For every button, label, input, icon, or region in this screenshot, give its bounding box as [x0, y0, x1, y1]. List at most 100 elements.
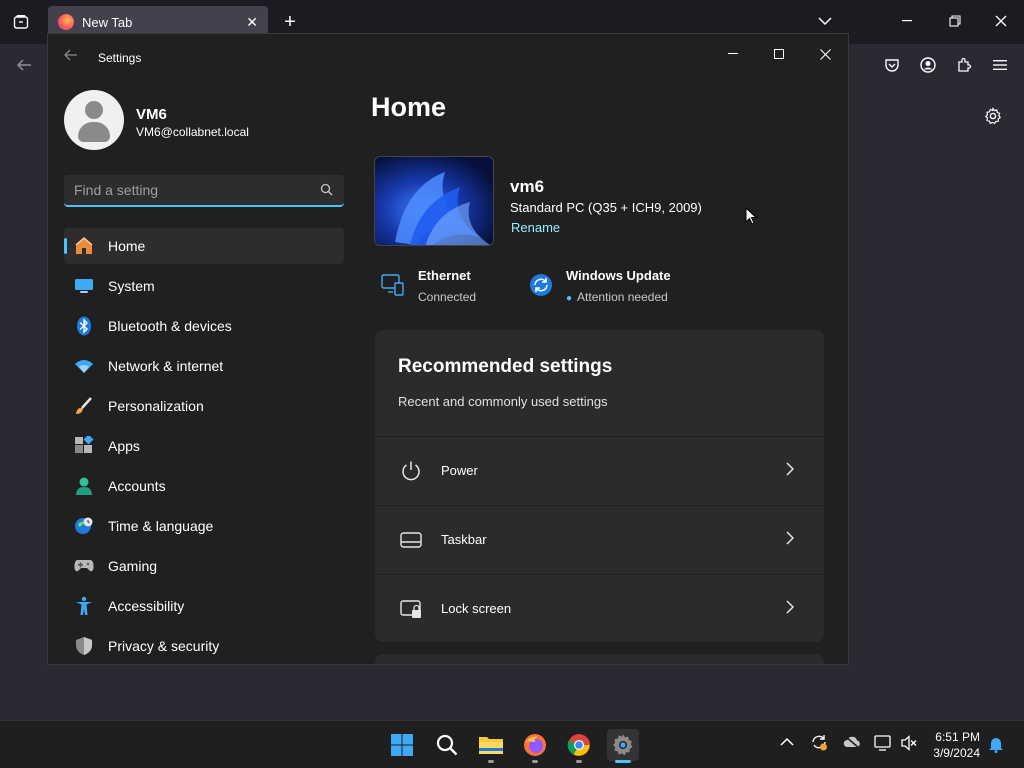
recommended-item-power[interactable]: Power: [375, 436, 824, 504]
restore-browser-icon[interactable]: [940, 6, 970, 36]
close-tab-icon[interactable]: ✕: [246, 14, 258, 31]
sidebar-item-home[interactable]: Home: [64, 228, 344, 264]
brush-icon: [74, 396, 94, 416]
sidebar-item-label: Gaming: [108, 558, 158, 574]
accessibility-icon: [74, 596, 94, 616]
taskbar: 6:51 PM 3/9/2024: [0, 720, 1024, 768]
list-all-tabs-icon[interactable]: [810, 6, 840, 36]
accounts-icon: [74, 476, 94, 496]
next-card-partial: [375, 654, 824, 664]
windows-update-title: Windows Update: [566, 268, 671, 283]
browser-tab-title: New Tab: [82, 14, 133, 30]
windows-update-tile[interactable]: Windows Update ● Attention needed: [528, 268, 671, 304]
extensions-icon[interactable]: [949, 50, 979, 80]
account-icon[interactable]: [913, 50, 943, 80]
settings-title-bar: Settings: [48, 34, 848, 82]
window-title: Settings: [98, 51, 142, 65]
sidebar-item-network[interactable]: Network & internet: [64, 348, 344, 384]
settings-app-icon[interactable]: [607, 729, 639, 763]
recommended-item-label: Power: [441, 463, 478, 478]
sidebar-item-gaming[interactable]: Gaming: [64, 548, 344, 584]
sidebar-item-privacy[interactable]: Privacy & security: [64, 628, 344, 664]
avatar[interactable]: [64, 90, 124, 150]
gear-icon[interactable]: [978, 101, 1008, 131]
network-icon[interactable]: [874, 734, 892, 755]
sync-icon[interactable]: [810, 733, 828, 754]
tab-list-icon[interactable]: [6, 7, 36, 37]
system-clock[interactable]: 6:51 PM 3/9/2024: [926, 729, 980, 761]
clock-time: 6:51 PM: [935, 730, 980, 744]
ethernet-title: Ethernet: [418, 268, 471, 283]
sidebar-item-accessibility[interactable]: Accessibility: [64, 588, 344, 624]
sidebar-item-system[interactable]: System: [64, 268, 344, 304]
file-explorer-icon[interactable]: [475, 729, 507, 763]
pocket-icon[interactable]: [877, 50, 907, 80]
chevron-right-icon: [786, 600, 795, 617]
sidebar-item-label: Accounts: [108, 478, 166, 494]
sidebar-item-apps[interactable]: Apps: [64, 428, 344, 464]
sidebar-item-label: Time & language: [108, 518, 214, 534]
globe-clock-icon: [74, 516, 94, 536]
minimize-button[interactable]: [710, 38, 756, 70]
profile-email: VM6@collabnet.local: [136, 125, 249, 139]
firefox-icon: [58, 14, 74, 30]
sidebar-item-bluetooth[interactable]: Bluetooth & devices: [64, 308, 344, 344]
sidebar-item-label: Network & internet: [108, 358, 224, 374]
apps-icon: [74, 436, 94, 456]
sidebar-nav: Home System Bluetooth & devices Network …: [64, 228, 344, 664]
recommended-item-label: Lock screen: [441, 601, 512, 616]
sidebar-item-personalization[interactable]: Personalization: [64, 388, 344, 424]
chevron-right-icon: [786, 531, 795, 548]
lock-screen-icon: [400, 598, 422, 620]
search-input[interactable]: [74, 182, 320, 198]
recommended-item-label: Taskbar: [441, 532, 487, 547]
sidebar-item-label: Personalization: [108, 398, 204, 414]
device-name: vm6: [510, 177, 545, 196]
device-model: Standard PC (Q35 + ICH9, 2009): [510, 200, 702, 215]
menu-icon[interactable]: [985, 50, 1015, 80]
windows-update-status: ● Attention needed: [566, 290, 671, 304]
windows-update-icon: [528, 272, 554, 298]
firefox-icon[interactable]: [519, 729, 551, 763]
volume-muted-icon[interactable]: [900, 734, 918, 755]
sidebar-item-time-language[interactable]: Time & language: [64, 508, 344, 544]
back-arrow-icon[interactable]: [9, 50, 39, 80]
search-box[interactable]: [64, 175, 344, 207]
recommended-item-lock-screen[interactable]: Lock screen: [375, 574, 824, 642]
close-button[interactable]: [802, 38, 848, 70]
page-title: Home: [371, 92, 447, 122]
ethernet-status-tile[interactable]: Ethernet Connected: [380, 268, 476, 304]
power-icon: [400, 460, 422, 482]
ethernet-icon: [380, 272, 406, 298]
taskbar-icon: [400, 529, 422, 551]
back-arrow-icon[interactable]: [64, 48, 78, 66]
mouse-cursor-icon: [745, 206, 758, 230]
system-icon: [74, 276, 94, 296]
ethernet-status: Connected: [418, 290, 477, 304]
bluetooth-icon: [74, 316, 94, 336]
recommended-subtitle: Recent and commonly used settings: [398, 394, 608, 409]
windows-update-status-text: Attention needed: [577, 290, 668, 304]
wifi-icon: [74, 356, 94, 376]
sidebar-item-label: Bluetooth & devices: [108, 318, 232, 334]
maximize-button[interactable]: [756, 38, 802, 70]
notification-bell-icon[interactable]: [988, 735, 1004, 756]
sidebar-item-label: Privacy & security: [108, 638, 220, 654]
search-icon[interactable]: [431, 729, 463, 761]
recommended-settings-card: Recommended settings Recent and commonly…: [375, 330, 824, 642]
chevron-up-icon[interactable]: [780, 736, 794, 750]
device-wallpaper-thumbnail: [374, 156, 494, 246]
close-browser-icon[interactable]: [986, 6, 1016, 36]
profile-name: VM6: [136, 106, 167, 123]
start-button[interactable]: [386, 729, 418, 761]
rename-link[interactable]: Rename: [511, 220, 560, 235]
chrome-icon[interactable]: [563, 729, 595, 763]
recommended-title: Recommended settings: [398, 356, 613, 377]
minimize-browser-icon[interactable]: [893, 6, 923, 36]
recommended-item-taskbar[interactable]: Taskbar: [375, 505, 824, 573]
chevron-right-icon: [786, 462, 795, 479]
sidebar-item-accounts[interactable]: Accounts: [64, 468, 344, 504]
shield-icon: [74, 636, 94, 656]
cloud-offline-icon[interactable]: [843, 735, 861, 752]
gamepad-icon: [74, 556, 94, 576]
